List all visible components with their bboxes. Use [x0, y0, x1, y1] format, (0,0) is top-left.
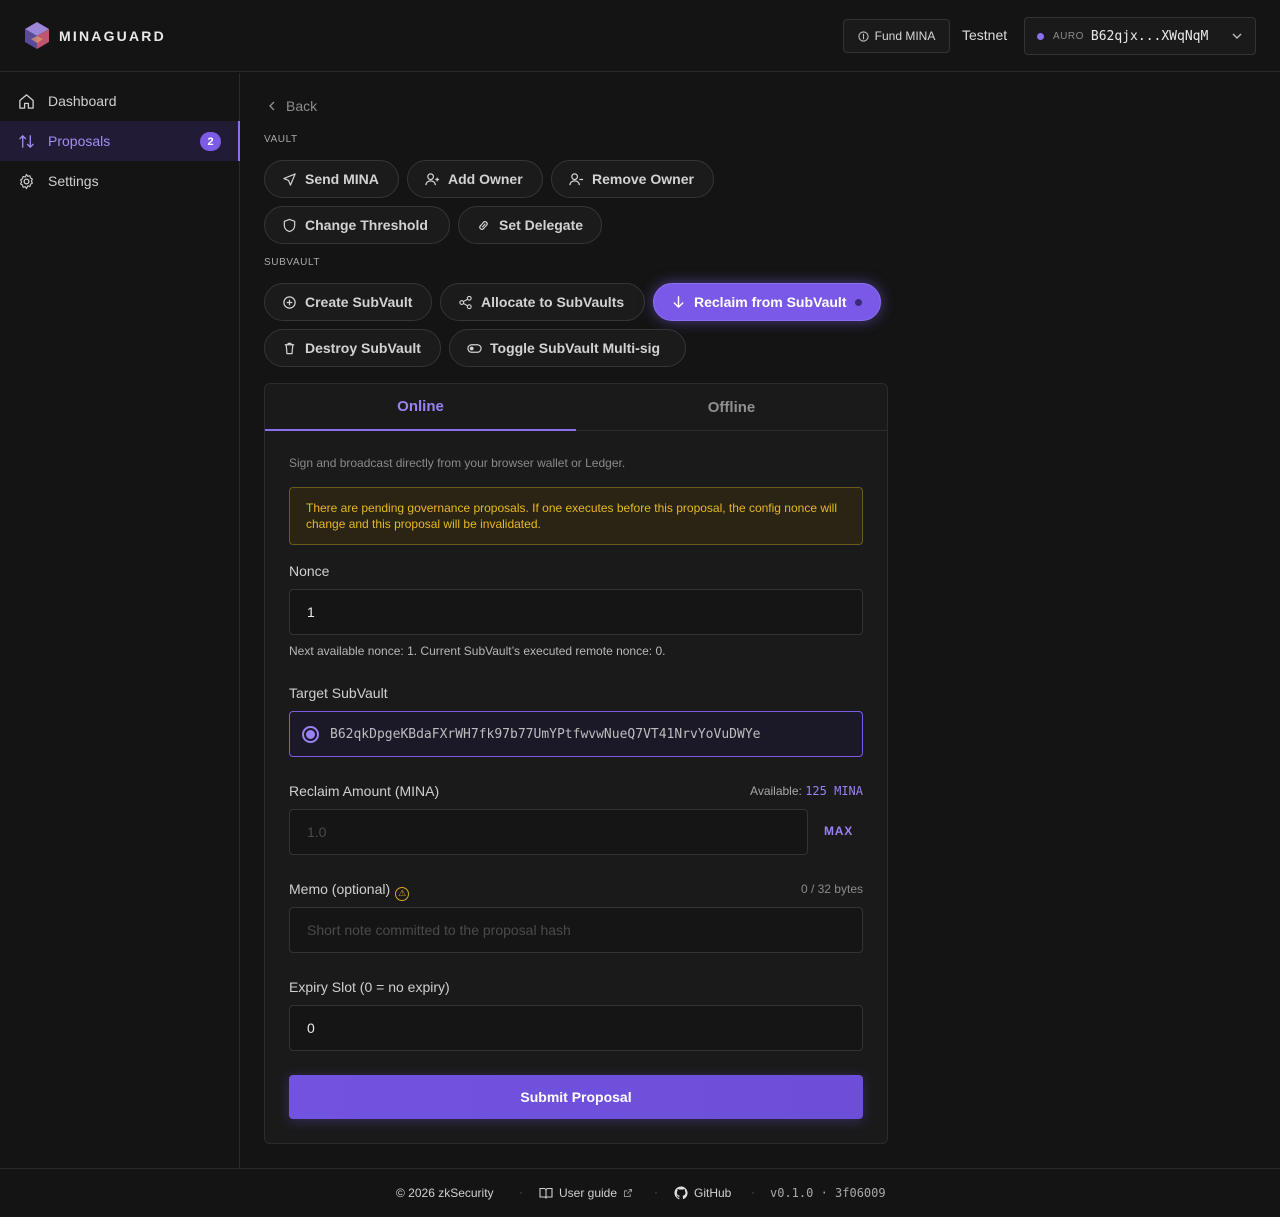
destroy-subvault-label: Destroy SubVault — [305, 340, 421, 356]
memo-input[interactable]: Short note committed to the proposal has… — [289, 907, 863, 953]
footer-separator: · — [519, 1185, 523, 1199]
mode-tabs: Online Offline — [265, 384, 887, 431]
sidebar-item-dashboard[interactable]: Dashboard — [0, 81, 239, 121]
book-icon — [539, 1187, 553, 1199]
logo-text: MINAGUARD — [59, 27, 166, 44]
available-value: 125 MINA — [805, 784, 863, 798]
send-mina-button[interactable]: Send MINA — [264, 160, 399, 198]
top-header: MINAGUARD Fund MINA Testnet AURO B62qjx.… — [0, 0, 1280, 72]
available-balance: Available: 125 MINA — [750, 784, 863, 798]
target-subvault-option[interactable]: B62qkDpgeKBdaFXrWH7fk97b77UmYPtfwvwNueQ7… — [289, 711, 863, 757]
coin-icon — [858, 30, 869, 42]
send-mina-label: Send MINA — [305, 171, 379, 187]
selected-indicator — [855, 298, 863, 306]
form-intro: Sign and broadcast directly from your br… — [289, 456, 626, 470]
max-button[interactable]: MAX — [824, 824, 853, 838]
available-prefix: Available: — [750, 784, 802, 798]
destroy-subvault-button[interactable]: Destroy SubVault — [264, 329, 441, 367]
create-subvault-button[interactable]: Create SubVault — [264, 283, 432, 321]
allocate-subvaults-button[interactable]: Allocate to SubVaults — [440, 283, 645, 321]
user-guide-label: User guide — [559, 1186, 618, 1200]
sidebar-item-label: Dashboard — [48, 93, 117, 109]
arrows-icon — [19, 134, 34, 148]
sidebar-item-label: Proposals — [48, 133, 111, 149]
user-guide-link[interactable]: User guide — [539, 1186, 633, 1200]
target-subvault-address: B62qkDpgeKBdaFXrWH7fk97b77UmYPtfwvwNueQ7… — [330, 726, 761, 742]
version-label: v0.1.0 · 3f06009 — [770, 1186, 886, 1200]
radio-selected-icon — [302, 725, 319, 743]
cube-logo-icon — [25, 22, 49, 49]
chevron-down-icon — [1232, 33, 1242, 39]
nonce-label: Nonce — [289, 563, 330, 579]
chevron-left-icon — [269, 101, 275, 111]
user-plus-icon — [425, 172, 440, 185]
memo-label: Memo (optional) ⚠ — [289, 881, 410, 901]
fund-mina-button[interactable]: Fund MINA — [843, 19, 950, 53]
plus-circle-icon — [283, 295, 296, 309]
sidebar: Dashboard Proposals 2 Settings — [0, 73, 240, 1168]
allocate-subvaults-label: Allocate to SubVaults — [481, 294, 625, 310]
target-subvault-label: Target SubVault — [289, 685, 388, 701]
link-icon — [479, 220, 488, 230]
vault-section-label: VAULT — [264, 134, 298, 145]
github-label: GitHub — [694, 1186, 732, 1200]
submit-proposal-button[interactable]: Submit Proposal — [289, 1075, 863, 1119]
reclaim-subvault-label: Reclaim from SubVault — [694, 294, 847, 310]
proposals-count-badge: 2 — [200, 132, 221, 151]
back-link[interactable]: Back — [266, 98, 317, 114]
nonce-input[interactable]: 1 — [289, 589, 863, 635]
home-icon — [19, 93, 34, 109]
tab-offline[interactable]: Offline — [576, 384, 887, 431]
create-subvault-label: Create SubVault — [305, 294, 413, 310]
expiry-slot-input[interactable]: 0 — [289, 1005, 863, 1051]
sidebar-item-label: Settings — [48, 173, 99, 189]
wallet-tag: AURO — [1053, 30, 1084, 42]
expiry-slot-label: Expiry Slot (0 = no expiry) — [289, 979, 450, 995]
change-threshold-label: Change Threshold — [305, 217, 428, 233]
footer-separator: · — [751, 1185, 755, 1199]
set-delegate-button[interactable]: Set Delegate — [458, 206, 602, 244]
back-label: Back — [286, 98, 318, 114]
shield-icon — [283, 218, 296, 232]
footer: © 2026 zkSecurity · User guide · GitHub … — [0, 1168, 1280, 1217]
nonce-hint: Next available nonce: 1. Current SubVaul… — [289, 644, 666, 658]
send-icon — [283, 172, 296, 186]
wallet-status-dot — [1037, 32, 1044, 40]
toggle-multisig-label: Toggle SubVault Multi-sig — [490, 340, 661, 356]
reclaim-amount-label: Reclaim Amount (MINA) — [289, 783, 440, 799]
tab-online[interactable]: Online — [265, 384, 576, 431]
add-owner-button[interactable]: Add Owner — [407, 160, 543, 198]
remove-owner-label: Remove Owner — [592, 171, 694, 187]
change-threshold-button[interactable]: Change Threshold — [264, 206, 450, 244]
arrow-down-icon — [673, 295, 684, 308]
network-label: Testnet — [962, 27, 1008, 43]
share-icon — [459, 295, 472, 309]
logo[interactable]: MINAGUARD — [24, 21, 166, 50]
github-link[interactable]: GitHub — [674, 1186, 731, 1200]
reclaim-subvault-button[interactable]: Reclaim from SubVault — [653, 283, 881, 321]
trash-icon — [284, 342, 295, 354]
memo-byte-counter: 0 / 32 bytes — [800, 882, 863, 896]
memo-label-text: Memo (optional) — [289, 881, 391, 897]
set-delegate-label: Set Delegate — [499, 217, 584, 233]
subvault-section-label: SUBVAULT — [264, 257, 321, 268]
footer-separator: · — [654, 1185, 658, 1199]
wallet-address: B62qjx...XWqNqM — [1090, 28, 1209, 44]
sidebar-item-settings[interactable]: Settings — [0, 161, 239, 201]
fund-mina-label: Fund MINA — [874, 29, 936, 43]
warning-icon[interactable]: ⚠ — [395, 886, 410, 901]
sidebar-item-proposals[interactable]: Proposals 2 — [0, 121, 240, 161]
toggle-icon — [467, 343, 482, 353]
github-icon — [674, 1186, 688, 1200]
add-owner-label: Add Owner — [448, 171, 523, 187]
external-link-icon — [623, 1188, 633, 1198]
toggle-multisig-button[interactable]: Toggle SubVault Multi-sig — [449, 329, 686, 367]
gear-icon — [20, 173, 33, 189]
remove-owner-button[interactable]: Remove Owner — [551, 160, 714, 198]
wallet-dropdown[interactable]: AURO B62qjx...XWqNqM — [1024, 17, 1256, 55]
footer-copyright: © 2026 zkSecurity — [396, 1186, 494, 1200]
reclaim-amount-input[interactable]: 1.0 — [289, 809, 808, 855]
user-minus-icon — [569, 172, 584, 185]
pending-proposals-warning: There are pending governance proposals. … — [289, 487, 863, 545]
